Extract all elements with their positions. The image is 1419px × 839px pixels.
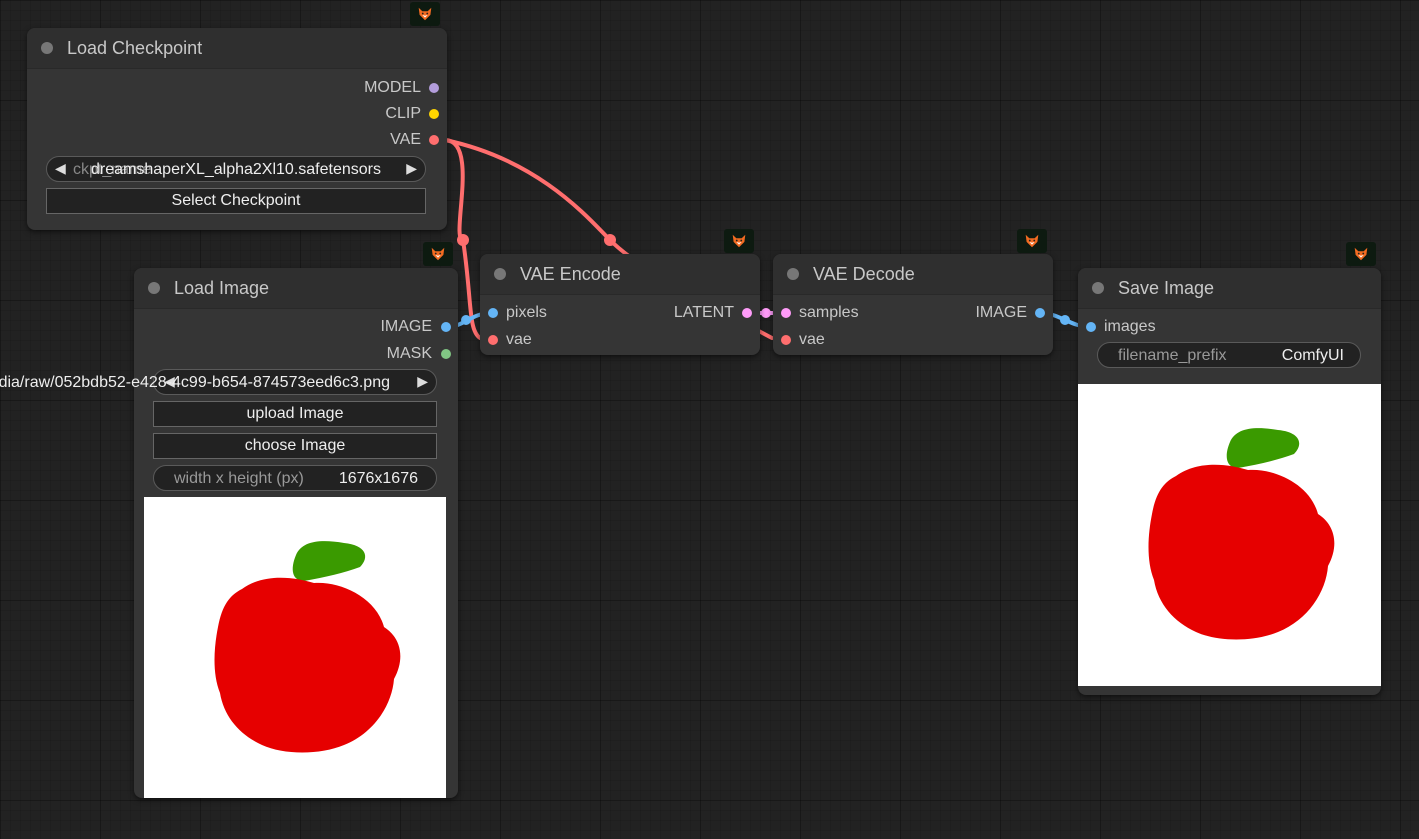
filename-prefix-field[interactable]: filename_prefix ComfyUI	[1097, 342, 1361, 368]
output-clip-label: CLIP	[385, 105, 421, 122]
output-image-label: IMAGE	[380, 318, 432, 335]
node-title-bar[interactable]: Save Image	[1078, 268, 1381, 309]
collapse-dot-icon[interactable]	[1092, 282, 1104, 294]
filename-prefix-value: ComfyUI	[1281, 347, 1344, 364]
select-checkpoint-button[interactable]: Select Checkpoint	[46, 188, 426, 214]
load-checkpoint-node[interactable]: Load Checkpoint MODEL CLIP VAE ◀ ckpt_na…	[27, 28, 447, 230]
fox-icon	[1017, 229, 1047, 253]
fox-icon	[724, 229, 754, 253]
image-size-readout: width x height (px) 1676x1676	[153, 465, 437, 491]
node-title-bar[interactable]: VAE Encode	[480, 254, 760, 295]
output-image-preview	[1078, 384, 1381, 686]
input-pixels-label: pixels	[506, 304, 547, 321]
fox-icon	[423, 242, 453, 266]
output-model-label: MODEL	[364, 79, 421, 96]
image-filename-value: dia/raw/052bdb52-e428-4c99-b654-874573ee…	[0, 374, 390, 391]
output-model-socket[interactable]	[429, 83, 439, 93]
fox-icon	[410, 2, 440, 26]
node-title-bar[interactable]: Load Checkpoint	[27, 28, 447, 69]
node-title-bar[interactable]: Load Image	[134, 268, 458, 309]
output-mask-socket[interactable]	[441, 349, 451, 359]
collapse-dot-icon[interactable]	[494, 268, 506, 280]
link-latent-samples-midpoint	[761, 308, 771, 318]
input-pixels-socket[interactable]	[488, 308, 498, 318]
output-image-socket[interactable]	[441, 322, 451, 332]
input-vae-label: vae	[799, 331, 825, 348]
node-title: Load Checkpoint	[67, 38, 203, 58]
combo-right-arrow-icon[interactable]: ▶	[406, 160, 417, 177]
node-title: Load Image	[174, 278, 270, 298]
choose-image-button[interactable]: choose Image	[153, 433, 437, 459]
output-image-socket[interactable]	[1035, 308, 1045, 318]
link-image-pixels-midpoint	[461, 315, 471, 325]
vae-decode-node[interactable]: VAE Decode samples vae IMAGE	[773, 254, 1053, 355]
link-decode-save-midpoint	[1060, 315, 1070, 325]
load-image-node[interactable]: Load Image IMAGE MASK ◀ dia/raw/052bdb52…	[0, 268, 458, 798]
input-images-socket[interactable]	[1086, 322, 1096, 332]
ckpt-name-value: dreamshaperXL_alpha2Xl10.safetensors	[91, 161, 381, 178]
output-vae-label: VAE	[390, 131, 421, 148]
output-image-label: IMAGE	[975, 304, 1027, 321]
collapse-dot-icon[interactable]	[41, 42, 53, 54]
apple-image	[1148, 428, 1335, 640]
output-latent-socket[interactable]	[742, 308, 752, 318]
output-vae-socket[interactable]	[429, 135, 439, 145]
output-latent-label: LATENT	[673, 304, 734, 321]
input-images-label: images	[1104, 318, 1156, 335]
upload-image-button[interactable]: upload Image	[153, 401, 437, 427]
filename-prefix-label: filename_prefix	[1118, 347, 1227, 364]
apple-image	[214, 541, 401, 753]
collapse-dot-icon[interactable]	[787, 268, 799, 280]
node-title: VAE Encode	[520, 264, 621, 284]
size-value: 1676x1676	[338, 470, 418, 487]
node-title: Save Image	[1118, 278, 1215, 298]
input-samples-label: samples	[799, 304, 859, 321]
input-vae-socket[interactable]	[781, 335, 791, 345]
ckpt-name-combo[interactable]: ◀ ckpt_name dreamshaperXL_alpha2Xl10.saf…	[46, 156, 426, 182]
save-image-node[interactable]: Save Image images filename_prefix ComfyU…	[1078, 268, 1381, 695]
image-combo[interactable]: ◀ dia/raw/052bdb52-e428-4c99-b654-874573…	[0, 369, 437, 395]
link-vae-decode-midpoint	[604, 234, 616, 246]
input-samples-socket[interactable]	[781, 308, 791, 318]
output-clip-socket[interactable]	[429, 109, 439, 119]
input-vae-socket[interactable]	[488, 335, 498, 345]
combo-right-arrow-icon[interactable]: ▶	[417, 373, 428, 390]
output-mask-label: MASK	[386, 345, 432, 362]
collapse-dot-icon[interactable]	[148, 282, 160, 294]
fox-icon	[1346, 242, 1376, 266]
link-vae-encode-midpoint	[457, 234, 469, 246]
vae-encode-node[interactable]: VAE Encode pixels vae LATENT	[480, 254, 760, 355]
input-vae-label: vae	[506, 331, 532, 348]
image-preview	[144, 497, 446, 798]
size-label: width x height (px)	[174, 470, 304, 487]
node-title: VAE Decode	[813, 264, 915, 284]
node-title-bar[interactable]: VAE Decode	[773, 254, 1053, 295]
